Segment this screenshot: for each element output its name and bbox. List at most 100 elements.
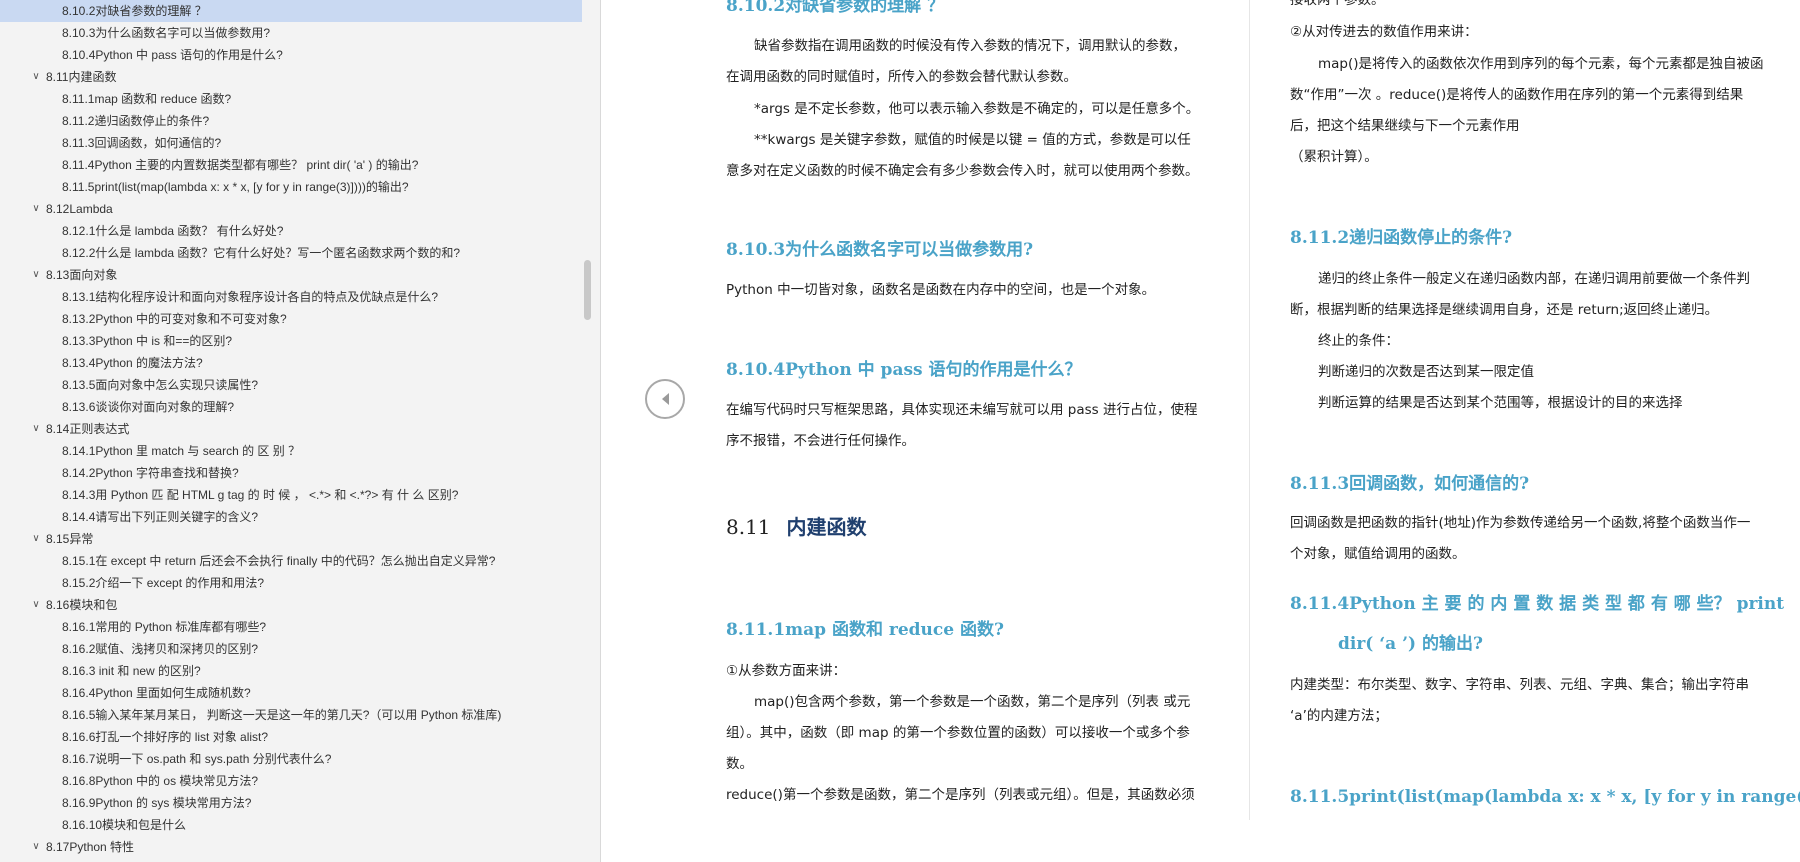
toc-item[interactable]: 8.13.2Python 中的可变对象和不可变对象?: [0, 308, 287, 330]
paragraph: 内建类型：布尔类型、数字、字符串、列表、元组、字典、集合；输出字符串: [1290, 677, 1749, 693]
toc-item-label: 8.16.2赋值、浅拷贝和深拷贝的区别?: [62, 642, 259, 656]
toc-item-label: 8.16.9Python 的 sys 模块常用方法?: [62, 796, 252, 810]
toc-item-label: 8.17Python 特性: [46, 840, 135, 854]
chevron-down-icon[interactable]: ∨: [30, 418, 42, 440]
toc-section[interactable]: ∨ 8.14正则表达式: [0, 418, 129, 440]
toc-item-label: 8.11.4Python 主要的内置数据类型都有哪些？ print dir( '…: [62, 158, 419, 172]
chapter-title: 内建函数: [786, 515, 867, 539]
heading-8-10-3: 8.10.3为什么函数名字可以当做参数用?: [726, 240, 1034, 260]
paragraph: 接收两个参数。: [1290, 0, 1385, 8]
toc-section[interactable]: ∨ 8.13面向对象: [0, 264, 117, 286]
paragraph: 个对象，赋值给调用的函数。: [1290, 546, 1466, 562]
toc-item[interactable]: 8.10.3为什么函数名字可以当做参数用?: [0, 22, 270, 44]
heading-8-11-4-cont: dir( ‘a ’) 的输出?: [1338, 634, 1483, 654]
toc-item[interactable]: 8.16.2赋值、浅拷贝和深拷贝的区别?: [0, 638, 258, 660]
toc-item[interactable]: 8.10.2对缺省参数的理解 ？: [0, 0, 582, 22]
chevron-down-icon[interactable]: ∨: [30, 264, 42, 286]
chevron-down-icon[interactable]: ∨: [30, 528, 42, 550]
chevron-down-icon[interactable]: ∨: [30, 198, 42, 220]
chevron-down-icon[interactable]: ∨: [30, 66, 42, 88]
toc-section[interactable]: ∨ 8.17Python 特性: [0, 836, 134, 858]
toc-item-label: 8.16.1常用的 Python 标准库都有哪些?: [62, 620, 267, 634]
toc-item[interactable]: 8.14.1Python 里 match 与 search 的 区 别 ？: [0, 440, 300, 462]
toc-item-label: 8.16.6打乱一个排好序的 list 对象 alist?: [62, 730, 269, 744]
paragraph: ①从参数方面来讲：: [726, 663, 847, 679]
toc-item[interactable]: 8.16.3 init 和 new 的区别?: [0, 660, 201, 682]
toc-item-label: 8.12Lambda: [46, 202, 113, 216]
toc-item[interactable]: 8.16.9Python 的 sys 模块常用方法?: [0, 792, 251, 814]
toc-item[interactable]: 8.16.4Python 里面如何生成随机数?: [0, 682, 251, 704]
toc-item-label: 8.14正则表达式: [46, 422, 130, 436]
prev-page-button[interactable]: [645, 379, 685, 419]
chevron-down-icon[interactable]: ∨: [30, 836, 42, 858]
chapter-heading-8-11: 8.11 内建函数: [726, 514, 867, 540]
toc-item-label: 8.13.2Python 中的可变对象和不可变对象?: [62, 312, 287, 326]
heading-8-11-3: 8.11.3回调函数，如何通信的?: [1290, 474, 1530, 494]
toc-item[interactable]: 8.11.1map 函数和 reduce 函数?: [0, 88, 231, 110]
toc-item[interactable]: 8.16.7说明一下 os.path 和 sys.path 分别代表什么?: [0, 748, 331, 770]
toc-item[interactable]: 8.13.6谈谈你对面向对象的理解?: [0, 396, 234, 418]
paragraph: 数。: [726, 756, 753, 772]
paragraph: 后，把这个结果继续与下一个元素作用: [1290, 118, 1520, 134]
paragraph: 终止的条件：: [1318, 333, 1399, 349]
paragraph: 组）。其中，函数（即 map 的第一个参数位置的函数）可以接收一个或多个参: [726, 725, 1190, 741]
toc-section[interactable]: ∨ 8.11内建函数: [0, 66, 116, 88]
toc-item[interactable]: 8.16.5输入某年某月某日， 判断这一天是这一年的第几天?（可以用 Pytho…: [0, 704, 501, 726]
heading-8-11-1: 8.11.1map 函数和 reduce 函数?: [726, 620, 1004, 640]
toc-item[interactable]: 8.13.1结构化程序设计和面向对象程序设计各自的特点及优缺点是什么?: [0, 286, 438, 308]
toc-item[interactable]: 8.15.2介绍一下 except 的作用和用法?: [0, 572, 264, 594]
toc-item-label: 8.14.3用 Python 匹 配 HTML g tag 的 时 候 ， <.…: [62, 488, 459, 502]
toc-item[interactable]: 8.11.2递归函数停止的条件?: [0, 110, 209, 132]
toc-item[interactable]: 8.11.5print(list(map(lambda x: x * x, [y…: [0, 176, 409, 198]
toc-item[interactable]: 8.14.2Python 字符串查找和替换?: [0, 462, 239, 484]
toc-item[interactable]: 8.15.1在 except 中 return 后还会不会执行 finally …: [0, 550, 495, 572]
toc-item[interactable]: 8.16.6打乱一个排好序的 list 对象 alist?: [0, 726, 268, 748]
toc-item-label: 8.11内建函数: [46, 70, 117, 84]
toc-section[interactable]: ∨ 8.15异常: [0, 528, 93, 550]
toc-item[interactable]: 8.12.1什么是 lambda 函数？ 有什么好处?: [0, 220, 283, 242]
toc-item-label: 8.16模块和包: [46, 598, 118, 612]
toc-item-label: 8.11.2递归函数停止的条件?: [62, 114, 210, 128]
toc-item-label: 8.16.7说明一下 os.path 和 sys.path 分别代表什么?: [62, 752, 332, 766]
toc-item[interactable]: 8.14.4请写出下列正则关键字的含义?: [0, 506, 258, 528]
toc-item-label: 8.10.2对缺省参数的理解 ？: [62, 4, 207, 18]
toc-item-label: 8.16.4Python 里面如何生成随机数?: [62, 686, 251, 700]
paragraph: （累积计算）。: [1290, 149, 1378, 165]
toc-item[interactable]: 8.13.3Python 中 is 和==的区别?: [0, 330, 232, 352]
paragraph: reduce()第一个参数是函数，第二个是序列（列表或元组）。但是，其函数必须: [726, 787, 1195, 803]
toc-section[interactable]: ∨ 8.16模块和包: [0, 594, 117, 616]
heading-8-10-4: 8.10.4Python 中 pass 语句的作用是什么？: [726, 360, 1082, 380]
toc-sidebar: 8.10.2对缺省参数的理解 ？ 8.10.3为什么函数名字可以当做参数用? 8.1…: [0, 0, 601, 862]
paragraph: **kwargs 是关键字参数，赋值的时候是以键 = 值的方式，参数是可以任: [754, 132, 1191, 148]
toc-item[interactable]: 8.13.4Python 的魔法方法?: [0, 352, 203, 374]
paragraph: map()是将传入的函数依次作用到序列的每个元素，每个元素都是独自被函: [1318, 56, 1764, 72]
paragraph: Python 中一切皆对象，函数名是函数在内存中的空间，也是一个对象。: [726, 282, 1156, 298]
paragraph: 判断运算的结果是否达到某个范围等，根据设计的目的来选择: [1318, 395, 1683, 411]
paragraph: 意多对在定义函数的时候不确定会有多少参数会传入时，就可以使用两个参数。: [726, 163, 1199, 179]
toc-item[interactable]: 8.10.4Python 中 pass 语句的作用是什么?: [0, 44, 283, 66]
toc-item[interactable]: 8.16.8Python 中的 os 模块常见方法?: [0, 770, 258, 792]
toc-item-label: 8.15异常: [46, 532, 94, 546]
paragraph: *args 是不定长参数，他可以表示输入参数是不确定的，可以是任意多个。: [754, 101, 1200, 117]
paragraph: 判断递归的次数是否达到某一限定值: [1318, 364, 1534, 380]
toc-item-label: 8.15.1在 except 中 return 后还会不会执行 finally …: [62, 554, 496, 568]
toc-item[interactable]: 8.12.2什么是 lambda 函数？它有什么好处？写一个匿名函数求两个数的和…: [0, 242, 460, 264]
heading-8-11-2: 8.11.2递归函数停止的条件?: [1290, 228, 1513, 248]
toc-item[interactable]: 8.11.4Python 主要的内置数据类型都有哪些？ print dir( '…: [0, 154, 418, 176]
toc-item-label: 8.11.5print(list(map(lambda x: x * x, [y…: [62, 180, 409, 194]
paragraph: 在编写代码时只写框架思路，具体实现还未编写就可以用 pass 进行占位，使程: [726, 402, 1198, 418]
toc-item[interactable]: 8.16.10模块和包是什么: [0, 814, 186, 836]
sidebar-scrollbar[interactable]: [584, 260, 591, 320]
toc-item[interactable]: 8.13.5面向对象中怎么实现只读属性?: [0, 374, 258, 396]
toc-item[interactable]: 8.11.3回调函数，如何通信的?: [0, 132, 221, 154]
paragraph: 断，根据判断的结果选择是继续调用自身，还是 return;返回终止递归。: [1290, 302, 1719, 318]
toc-item[interactable]: 8.14.3用 Python 匹 配 HTML g tag 的 时 候 ， <.…: [0, 484, 458, 506]
toc-item-label: 8.16.3 init 和 new 的区别?: [62, 664, 201, 678]
toc-item-label: 8.10.4Python 中 pass 语句的作用是什么?: [62, 48, 283, 62]
toc-section[interactable]: ∨ 8.12Lambda: [0, 198, 113, 220]
chevron-down-icon[interactable]: ∨: [30, 594, 42, 616]
toc-item[interactable]: 8.16.1常用的 Python 标准库都有哪些?: [0, 616, 266, 638]
paragraph: 缺省参数指在调用函数的时候没有传入参数的情况下，调用默认的参数，: [754, 38, 1186, 54]
toc-item-label: 8.14.1Python 里 match 与 search 的 区 别 ？: [62, 444, 301, 458]
chevron-left-icon: [662, 393, 669, 405]
